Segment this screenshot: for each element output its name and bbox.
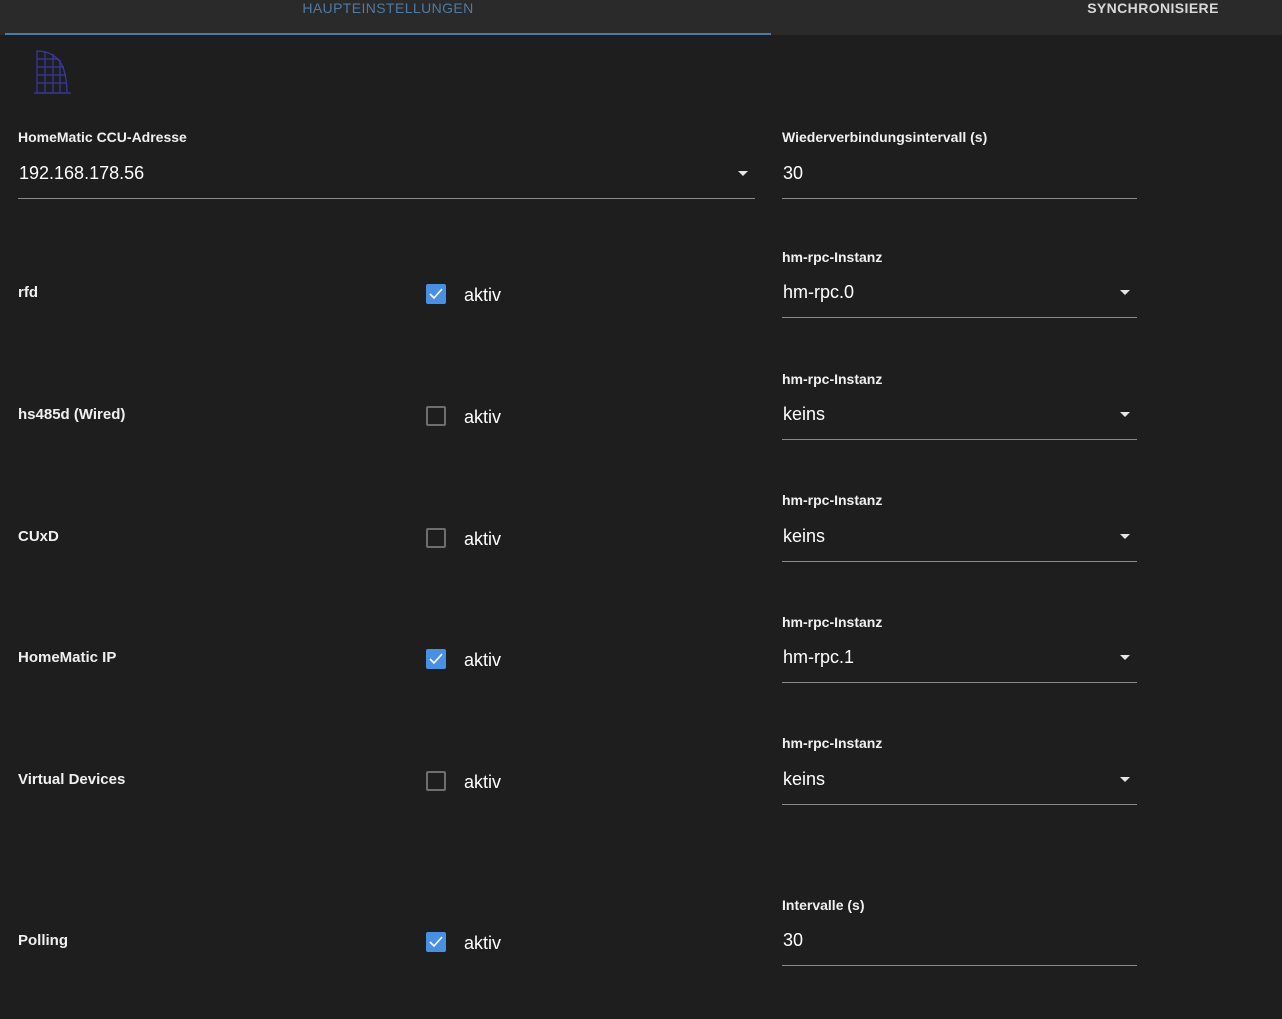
rpc-instance-value-homematic-ip: hm-rpc.1	[783, 647, 855, 667]
rpc-instance-label-rfd: hm-rpc-Instanz	[782, 249, 883, 265]
chevron-down-icon	[1120, 290, 1130, 295]
polling-interval-input[interactable]: 30	[782, 926, 1137, 966]
checkbox-label-homematic-ip: aktiv	[464, 650, 502, 670]
rpc-instance-select-hs485d[interactable]: keins	[782, 400, 1137, 440]
rpc-instance-value-rfd: hm-rpc.0	[783, 282, 855, 302]
checkbox-label-cuxd: aktiv	[464, 529, 502, 549]
rpc-instance-label-cuxd: hm-rpc-Instanz	[782, 492, 883, 508]
checkmark-icon	[429, 653, 443, 665]
checkbox-virtual-devices[interactable]	[426, 771, 446, 791]
rpc-instance-value-cuxd: keins	[783, 526, 826, 546]
reconnect-interval-value: 30	[783, 163, 804, 183]
row-label-polling: Polling	[18, 932, 68, 949]
rpc-instance-select-rfd[interactable]: hm-rpc.0	[782, 278, 1137, 318]
rpc-instance-select-virtual-devices[interactable]: keins	[782, 765, 1137, 805]
checkbox-cuxd[interactable]	[426, 528, 446, 548]
tab-bar: Haupteinstellungen Synchronisiere	[0, 0, 1282, 35]
row-label-rfd: rfd	[18, 284, 38, 301]
checkbox-label-rfd: aktiv	[464, 285, 502, 305]
ccu-address-label: HomeMatic CCU-Adresse	[18, 129, 187, 145]
polling-interval-value: 30	[783, 930, 804, 950]
checkbox-label-virtual-devices: aktiv	[464, 772, 502, 792]
tab-haupteinstellungen-label: Haupteinstellungen	[302, 0, 474, 16]
rpc-instance-value-virtual-devices: keins	[783, 769, 826, 789]
polling-interval-label: Intervalle (s)	[782, 897, 865, 913]
checkbox-rfd[interactable]	[426, 284, 446, 304]
checkbox-label-hs485d: aktiv	[464, 407, 502, 427]
reconnect-interval-label: Wiederverbindungsintervall (s)	[782, 129, 988, 145]
rpc-instance-select-homematic-ip[interactable]: hm-rpc.1	[782, 643, 1137, 683]
chevron-down-icon	[1120, 412, 1130, 417]
reconnect-interval-input[interactable]: 30	[782, 159, 1137, 199]
chevron-down-icon	[738, 171, 748, 176]
checkbox-hs485d[interactable]	[426, 406, 446, 426]
rpc-instance-label-virtual-devices: hm-rpc-Instanz	[782, 735, 883, 751]
checkbox-homematic-ip[interactable]	[426, 649, 446, 669]
ccu-address-select[interactable]: 192.168.178.56	[18, 159, 755, 199]
chevron-down-icon	[1120, 534, 1130, 539]
chevron-down-icon	[1120, 655, 1130, 660]
checkbox-label-polling: aktiv	[464, 933, 502, 953]
ccu-address-value: 192.168.178.56	[19, 163, 145, 183]
row-label-virtual-devices: Virtual Devices	[18, 771, 126, 788]
tab-synchronisiere[interactable]: Synchronisiere	[1024, 0, 1282, 35]
rpc-instance-value-hs485d: keins	[783, 404, 826, 424]
checkbox-polling[interactable]	[426, 932, 446, 952]
rpc-instance-label-hs485d: hm-rpc-Instanz	[782, 371, 883, 387]
active-tab-indicator	[5, 33, 771, 35]
homematic-logo-icon	[33, 45, 73, 97]
row-label-hs485d: hs485d (Wired)	[18, 406, 126, 423]
checkmark-icon	[429, 936, 443, 948]
row-label-cuxd: CUxD	[18, 528, 59, 545]
row-label-homematic-ip: HomeMatic IP	[18, 649, 117, 666]
tab-haupteinstellungen[interactable]: Haupteinstellungen	[5, 0, 771, 35]
tab-synchronisiere-label: Synchronisiere	[1087, 0, 1219, 16]
chevron-down-icon	[1120, 777, 1130, 782]
rpc-instance-select-cuxd[interactable]: keins	[782, 522, 1137, 562]
rpc-instance-label-homematic-ip: hm-rpc-Instanz	[782, 614, 883, 630]
checkmark-icon	[429, 288, 443, 300]
